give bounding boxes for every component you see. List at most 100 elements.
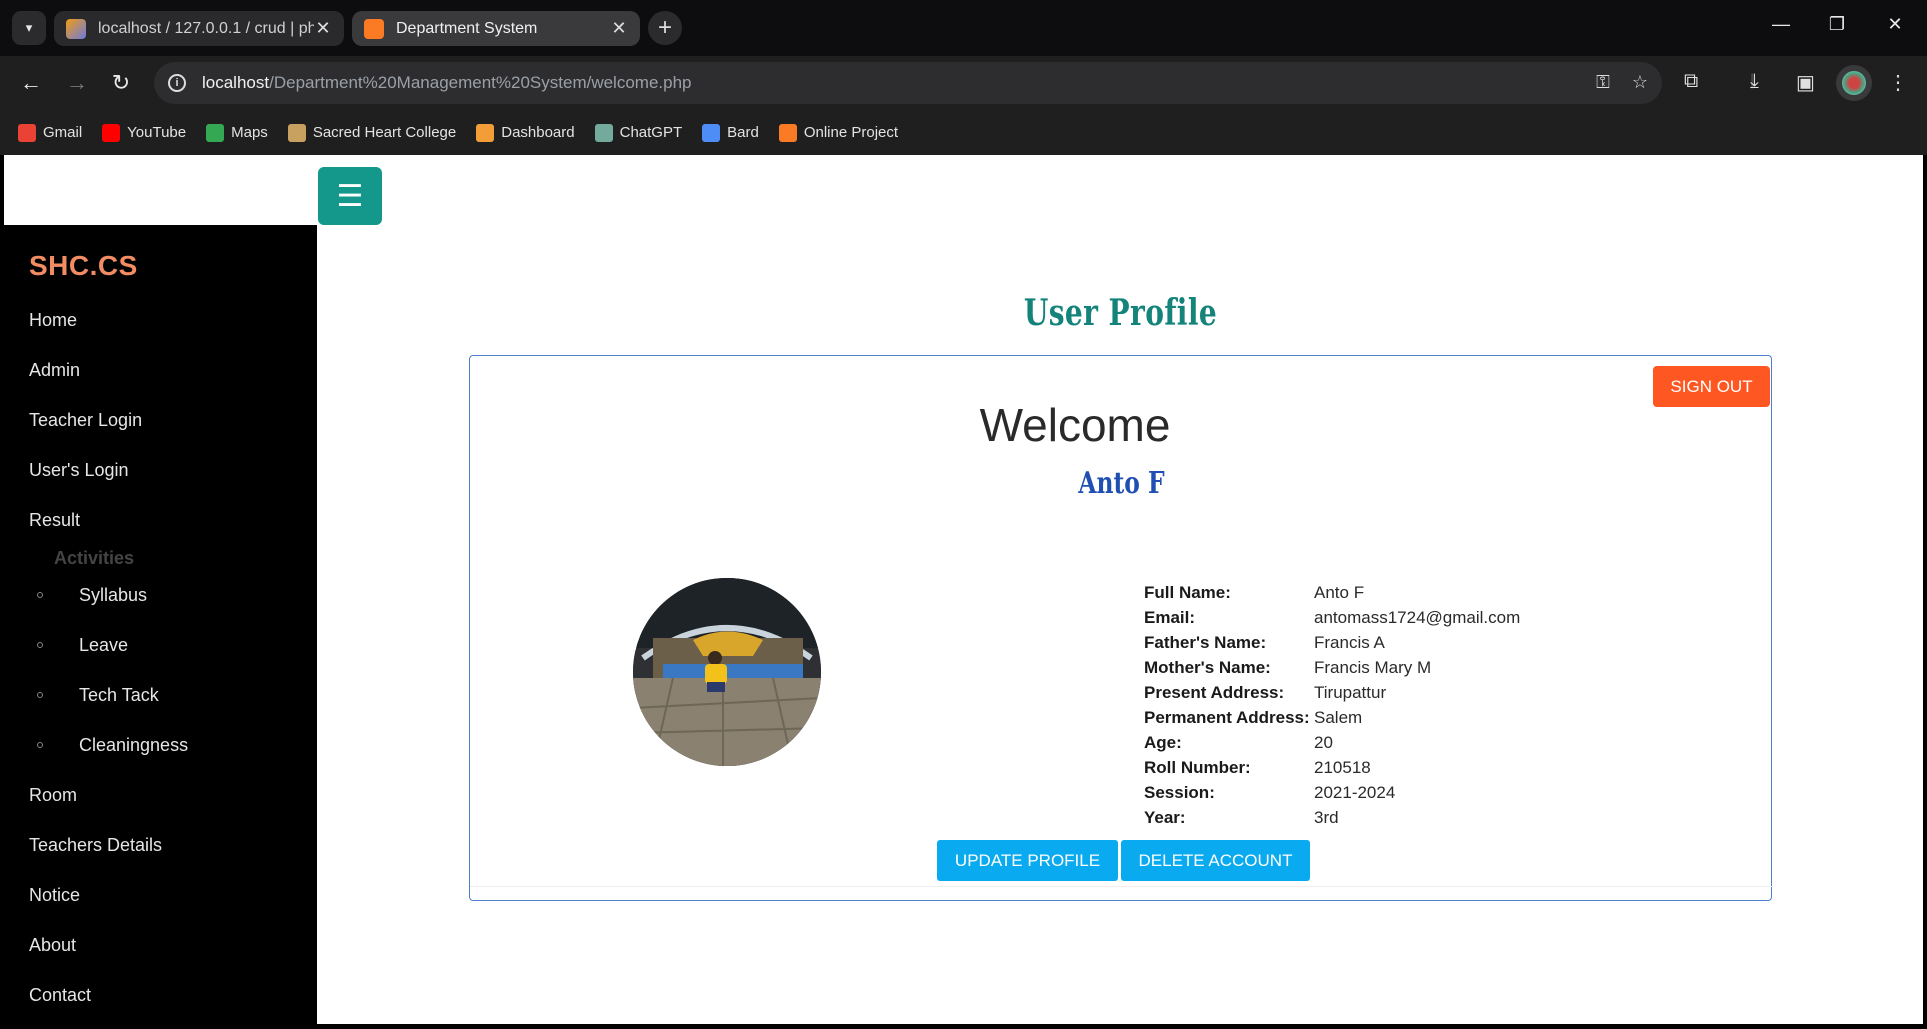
star-icon[interactable]: ☆	[1632, 72, 1648, 93]
window-close-icon[interactable]: ✕	[1880, 14, 1910, 35]
tab-title: Department System	[396, 19, 538, 37]
gmail-icon	[18, 123, 36, 142]
sidebar-item-admin[interactable]: Admin	[29, 360, 80, 381]
profile-row: Year: 3rd	[1144, 805, 1520, 830]
sidebar-item-home[interactable]: Home	[29, 310, 77, 331]
bookmark-item[interactable]: Gmail	[18, 123, 83, 142]
chatgpt-icon	[594, 123, 613, 142]
chevron-down-icon: ▾	[25, 20, 33, 35]
brand-logo[interactable]: SHC.CS	[29, 250, 138, 282]
sidebar-item-cleaningness[interactable]: Cleaningness	[79, 735, 188, 756]
back-icon[interactable]: ←	[16, 68, 46, 98]
profile-row: Permanent Address: Salem	[1144, 705, 1520, 730]
address-bar[interactable]: i localhost/Department%20Management%20Sy…	[154, 62, 1662, 104]
profile-field-value: Francis A	[1314, 632, 1385, 652]
profile-field-value: Francis Mary M	[1314, 657, 1432, 677]
sidebar-item-room[interactable]: Room	[29, 785, 77, 806]
bookmark-item[interactable]: ChatGPT	[594, 123, 683, 142]
profile-field-value: 210518	[1314, 757, 1371, 777]
bookmark-item[interactable]: Bard	[702, 123, 759, 142]
profile-field-value: Tirupattur	[1314, 682, 1387, 702]
maps-icon	[206, 123, 225, 142]
extensions-icon[interactable]: ⧉	[1684, 70, 1698, 93]
profile-field-label: Year:	[1144, 807, 1186, 827]
site-info-icon[interactable]: i	[168, 74, 186, 92]
profile-field-label: Father's Name:	[1144, 632, 1267, 652]
bookmark-label: Gmail	[43, 124, 83, 141]
profile-field-label: Permanent Address:	[1144, 707, 1310, 727]
user-name-heading: Anto F	[1078, 466, 1165, 501]
minimize-icon[interactable]: —	[1766, 14, 1796, 35]
url-text: localhost/Department%20Management%20Syst…	[202, 73, 692, 92]
web-page: SHC.CS Home Admin Teacher Login User's L…	[4, 155, 1923, 1024]
sidebar-heading-activities: Activities	[54, 548, 135, 568]
plus-icon: +	[657, 14, 672, 41]
update-profile-button[interactable]: UPDATE PROFILE	[937, 840, 1118, 881]
xampp-icon	[778, 123, 797, 142]
close-icon[interactable]: ✕	[314, 18, 332, 39]
bullet-icon	[37, 592, 43, 598]
browser-chrome: ▾ localhost / 127.0.0.1 / crud | php ✕ D…	[0, 0, 1927, 155]
bookmark-item[interactable]: Sacred Heart College	[287, 123, 456, 142]
sidebar-toggle-button[interactable]: ☰	[318, 167, 382, 225]
profile-field-label: Age:	[1144, 732, 1182, 752]
menu-dots-icon[interactable]: ⋮	[1888, 70, 1908, 95]
bullet-icon	[37, 742, 43, 748]
tab-search-button[interactable]: ▾	[12, 11, 46, 45]
sidebar-item-users-login[interactable]: User's Login	[29, 460, 128, 481]
profile-field-value: 20	[1314, 732, 1333, 752]
tab-phpmyadmin[interactable]: localhost / 127.0.0.1 / crud | php ✕	[54, 11, 344, 46]
sidebar-item-leave[interactable]: Leave	[79, 635, 128, 656]
sidebar-item-notice[interactable]: Notice	[29, 885, 80, 906]
bookmark-item[interactable]: Online Project	[778, 123, 898, 142]
profile-details: Full Name: Anto F Email: antomass1724@gmail…	[1144, 580, 1520, 830]
profile-field-value: 3rd	[1314, 807, 1339, 827]
profile-field-label: Present Address:	[1144, 682, 1285, 702]
sidebar-item-about[interactable]: About	[29, 935, 76, 956]
forward-icon[interactable]: →	[62, 68, 92, 98]
restore-icon[interactable]: ❐	[1822, 14, 1852, 35]
sidebar-item-syllabus[interactable]: Syllabus	[79, 585, 147, 606]
profile-photo-image	[633, 578, 821, 766]
bookmark-item[interactable]: YouTube	[102, 123, 187, 142]
profile-field-label: Email:	[1144, 607, 1196, 627]
browser-toolbar: ← → ↻ i localhost/Department%20Managemen…	[0, 56, 1927, 110]
profile-row: Roll Number: 210518	[1144, 755, 1520, 780]
bullet-icon	[37, 692, 43, 698]
bookmark-item[interactable]: Maps	[206, 123, 268, 142]
bookmark-label: ChatGPT	[619, 124, 683, 141]
bookmark-item[interactable]: Dashboard	[476, 123, 575, 142]
college-icon	[287, 123, 306, 142]
bard-icon	[702, 123, 721, 142]
profile-row: Age: 20	[1144, 730, 1520, 755]
reload-icon[interactable]: ↻	[106, 68, 136, 98]
side-panel-icon[interactable]: ▣	[1796, 70, 1815, 95]
sidebar-item-contact[interactable]: Contact	[29, 985, 91, 1006]
bookmark-label: YouTube	[127, 124, 187, 141]
profile-photo	[633, 578, 821, 766]
hamburger-icon: ☰	[336, 179, 364, 213]
dashboard-icon	[476, 123, 495, 142]
sidebar-item-teacher-login[interactable]: Teacher Login	[29, 410, 142, 431]
avatar-icon	[1842, 71, 1866, 95]
profile-field-label: Full Name:	[1144, 582, 1231, 602]
profile-row: Full Name: Anto F	[1144, 580, 1520, 605]
sidebar-item-tech-tack[interactable]: Tech Tack	[79, 685, 159, 706]
youtube-icon	[102, 123, 121, 142]
profile-field-label: Mother's Name:	[1144, 657, 1271, 677]
profile-row: Father's Name: Francis A	[1144, 630, 1520, 655]
delete-account-button[interactable]: DELETE ACCOUNT	[1121, 840, 1310, 881]
bookmark-label: Dashboard	[501, 124, 575, 141]
tab-department-system[interactable]: Department System ✕	[352, 11, 640, 46]
key-icon[interactable]: ⚿	[1596, 72, 1610, 93]
profile-row: Mother's Name: Francis Mary M	[1144, 655, 1520, 680]
sidebar-item-teachers-details[interactable]: Teachers Details	[29, 835, 162, 856]
profile-avatar[interactable]	[1836, 65, 1872, 101]
download-icon[interactable]: ⤓	[1750, 70, 1759, 93]
close-icon[interactable]: ✕	[610, 18, 628, 39]
page-title: User Profile	[1023, 292, 1218, 334]
new-tab-button[interactable]: +	[648, 11, 682, 45]
sidebar-item-result[interactable]: Result	[29, 510, 80, 531]
profile-field-value: antomass1724@gmail.com	[1314, 607, 1521, 627]
bookmark-label: Maps	[231, 124, 268, 141]
